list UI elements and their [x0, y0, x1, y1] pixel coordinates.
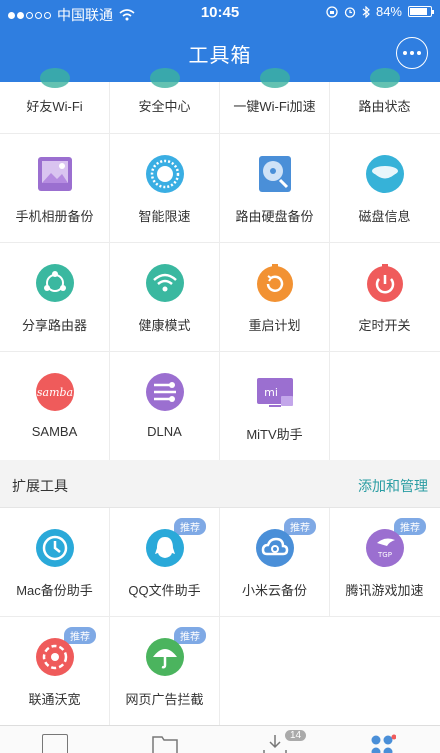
tool-samba[interactable]: samba SAMBA: [0, 352, 110, 461]
bottom-tab-bar: 14: [0, 725, 440, 753]
mac-backup-icon: [36, 529, 74, 567]
dlna-icon: [146, 373, 184, 411]
tool-timer-switch[interactable]: 定时开关: [330, 243, 440, 352]
tool-mitv[interactable]: mi MiTV助手: [220, 352, 330, 461]
tool-friend-wifi[interactable]: 好友Wi-Fi: [0, 68, 110, 134]
tool-router-status[interactable]: 路由状态: [330, 68, 440, 134]
tool-restart-plan[interactable]: 重启计划: [220, 243, 330, 352]
tool-speed-limit[interactable]: 智能限速: [110, 134, 220, 243]
extension-tools-header: 扩展工具 添加和管理: [0, 460, 440, 508]
rotation-lock-icon: [326, 5, 338, 18]
tool-disk-backup[interactable]: 路由硬盘备份: [220, 134, 330, 243]
alarm-icon: [344, 6, 356, 18]
svg-text:samba: samba: [37, 386, 73, 399]
speed-limit-icon: [146, 155, 184, 193]
svg-text:mi: mi: [264, 386, 278, 399]
extension-tool-grid: Mac备份助手 推荐 QQ文件助手 推荐 小米云备份 推荐 TGP 腾讯游戏加速…: [0, 508, 440, 726]
timer-switch-icon: [367, 264, 403, 302]
tool-mac-backup[interactable]: Mac备份助手: [0, 508, 110, 617]
mitv-icon: mi: [257, 378, 293, 407]
tab-download-icon[interactable]: [262, 734, 288, 753]
wifi-health-icon: [146, 264, 184, 302]
tool-grid: 手机相册备份 智能限速 路由硬盘备份 磁盘信息 分享路由器 健康模式 重启计划 …: [0, 134, 440, 461]
cloud-backup-icon: [256, 529, 294, 567]
tool-empty: [220, 617, 330, 726]
tool-dlna[interactable]: DLNA: [110, 352, 220, 461]
tool-unicom-broadband[interactable]: 推荐 联通沃宽: [0, 617, 110, 726]
tgp-icon: TGP: [366, 529, 404, 567]
page-title: 工具箱: [188, 45, 252, 67]
tool-grid-top: 好友Wi-Fi 安全中心 一键Wi-Fi加速 路由状态: [0, 68, 440, 134]
tool-disk-info[interactable]: 磁盘信息: [330, 134, 440, 243]
status-bar: 中国联通 10:45 84%: [0, 0, 440, 26]
tool-security-center[interactable]: 安全中心: [110, 68, 220, 134]
battery-icon: [408, 6, 434, 17]
tab-toolbox-icon[interactable]: [370, 734, 396, 753]
add-and-manage-link[interactable]: 添加和管理: [358, 476, 428, 496]
tool-mi-cloud[interactable]: 推荐 小米云备份: [220, 508, 330, 617]
tool-health-mode[interactable]: 健康模式: [110, 243, 220, 352]
tool-tencent-game[interactable]: 推荐 TGP 腾讯游戏加速: [330, 508, 440, 617]
svg-text:TGP: TGP: [377, 551, 392, 559]
umbrella-icon: [146, 638, 184, 676]
unicom-icon: [36, 638, 74, 676]
restart-plan-icon: [257, 264, 293, 302]
tool-qq-file[interactable]: 推荐 QQ文件助手: [110, 508, 220, 617]
qq-icon: [146, 529, 184, 567]
tool-empty: [330, 352, 440, 461]
tool-wifi-boost[interactable]: 一键Wi-Fi加速: [220, 68, 330, 134]
tab-device[interactable]: [42, 734, 68, 753]
tab-files-icon[interactable]: [152, 734, 178, 753]
more-icon: [403, 51, 407, 55]
samba-icon: samba: [36, 373, 74, 411]
tool-ad-block[interactable]: 推荐 网页广告拦截: [110, 617, 220, 726]
section-title: 扩展工具: [12, 478, 68, 494]
tool-share-router[interactable]: 分享路由器: [0, 243, 110, 352]
tool-photo-backup[interactable]: 手机相册备份: [0, 134, 110, 243]
bluetooth-icon: [362, 5, 370, 18]
download-count-badge: 14: [285, 730, 307, 741]
battery-percent: 84%: [375, 4, 402, 19]
disk-info-icon: [366, 155, 404, 193]
hard-disk-backup-icon: [259, 156, 291, 192]
photo-album-icon: [38, 157, 72, 191]
more-button[interactable]: [396, 37, 428, 69]
tool-empty: [330, 617, 440, 726]
share-router-icon: [36, 264, 74, 302]
